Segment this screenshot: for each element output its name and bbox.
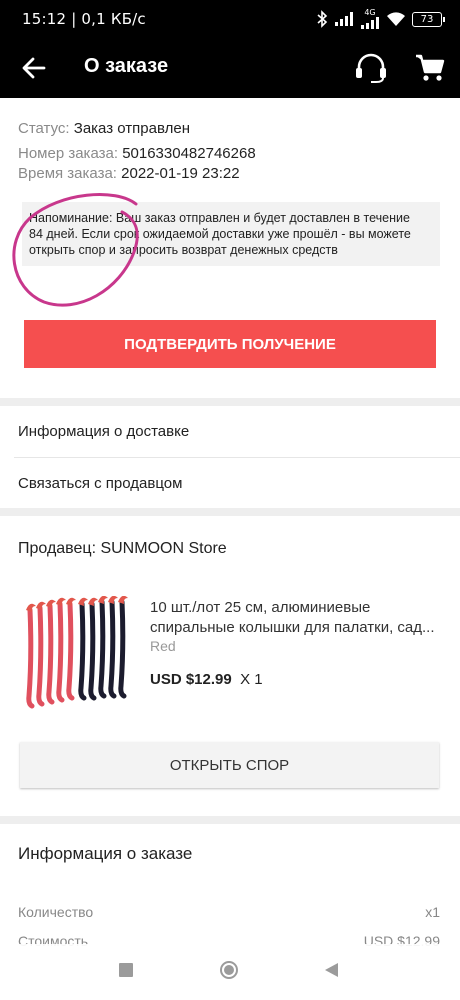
product-color: Red [150, 638, 176, 654]
product-title-line-2: спиральные колышки для палатки, сад... [150, 619, 435, 636]
order-links-card: Информация о доставке Связаться с продав… [0, 406, 460, 508]
battery-level: 73 [420, 13, 434, 25]
page-title: О заказе [84, 55, 169, 77]
order-time-value: 2022-01-19 23:22 [121, 165, 240, 182]
order-info-title: Информация о заказе [18, 844, 193, 863]
home-icon[interactable] [219, 960, 239, 980]
delivery-info-label: Информация о доставке [18, 423, 190, 440]
cart-icon[interactable] [414, 52, 446, 84]
support-headset-icon[interactable] [354, 52, 388, 84]
bluetooth-icon [317, 10, 328, 28]
lte-signal: 4G [360, 9, 380, 29]
seller-name[interactable]: Продавец: SUNMOON Store [18, 540, 227, 558]
order-time-row: Время заказа: 2022-01-19 23:22 [18, 165, 240, 182]
reminder-line-2: 84 дней. Если срок ожидаемой доставки уж… [29, 227, 411, 241]
battery-indicator: 73 [412, 11, 445, 27]
app-bar: О заказе [0, 38, 460, 98]
recent-apps-icon[interactable] [118, 962, 134, 978]
open-dispute-button[interactable]: ОТКРЫТЬ СПОР [20, 742, 439, 788]
delivery-reminder: Напоминание: Ваш заказ отправлен и будет… [22, 202, 440, 266]
order-status-value: Заказ отправлен [73, 120, 190, 137]
product-card: Продавец: SUNMOON Store 10 шт./лот 25 см… [0, 516, 460, 816]
reminder-line-3: открыть спор и запросить возврат денежны… [29, 243, 338, 257]
back-arrow-icon[interactable] [20, 54, 48, 82]
wifi-icon [387, 12, 405, 26]
reminder-line-1: Напоминание: Ваш заказ отправлен и будет… [29, 211, 410, 225]
product-title-line-1: 10 шт./лот 25 см, алюминиевые [150, 599, 371, 616]
contact-seller-label: Связаться с продавцом [18, 475, 183, 492]
signal-icon [335, 12, 353, 26]
status-bar: 15:12 | 0,1 КБ/с 4G 73 [0, 0, 460, 38]
signal-icon-2 [361, 17, 379, 29]
system-nav-bar [0, 944, 460, 1000]
order-status-row: Статус: Заказ отправлен [18, 120, 190, 137]
product-price: USD $12.99 [150, 671, 232, 688]
product-quantity: X 1 [240, 671, 263, 688]
product-title[interactable]: 10 шт./лот 25 см, алюминиевые спиральные… [150, 598, 442, 638]
order-number-row: Номер заказа: 5016330482746268 [18, 145, 256, 162]
product-image[interactable] [20, 596, 132, 716]
quantity-value: x1 [425, 904, 440, 920]
delivery-info-link[interactable]: Информация о доставке [0, 406, 460, 456]
quantity-label: Количество [18, 904, 94, 920]
order-number-label: Номер заказа: [18, 145, 123, 162]
status-time: 15:12 | 0,1 КБ/с [22, 10, 146, 28]
order-number-value[interactable]: 5016330482746268 [122, 145, 255, 162]
network-type: 4G [364, 8, 376, 17]
quantity-row: Количество x1 [18, 904, 440, 920]
order-status-card: Статус: Заказ отправлен Номер заказа: 50… [0, 98, 460, 398]
back-triangle-icon[interactable] [323, 962, 339, 978]
contact-seller-link[interactable]: Связаться с продавцом [0, 458, 460, 508]
confirm-receipt-button[interactable]: ПОДТВЕРДИТЬ ПОЛУЧЕНИЕ [24, 320, 436, 368]
status-icons: 4G 73 [316, 9, 445, 29]
order-time-label: Время заказа: [18, 165, 122, 182]
order-status-label: Статус: [18, 120, 74, 137]
product-price-row: USD $12.99 X 1 [150, 671, 263, 688]
